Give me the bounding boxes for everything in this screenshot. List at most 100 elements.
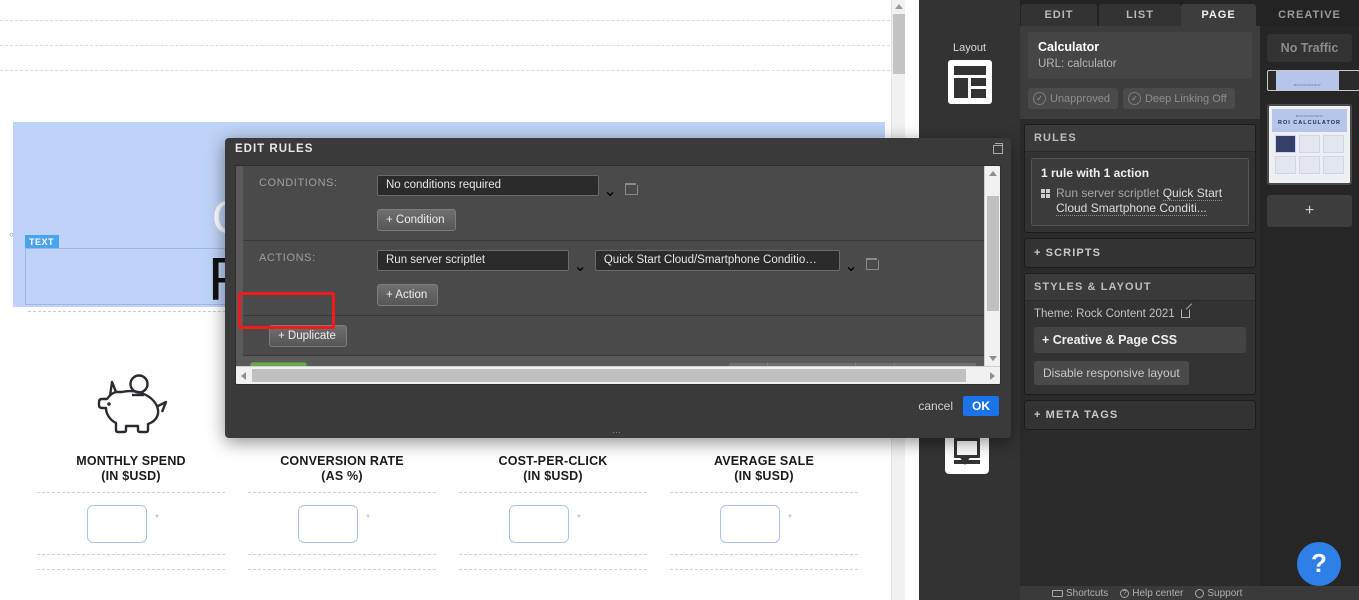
scroll-up-icon[interactable] [895,4,903,9]
restore-window-icon[interactable] [991,143,1002,153]
scroll-thumb[interactable] [987,196,999,311]
tab-list[interactable]: LIST [1099,4,1181,26]
meta-tags-section[interactable]: + META TAGS [1024,400,1256,430]
right-panel: EDIT LIST PAGE CREATIVE Calculator URL: … [1020,0,1359,600]
no-traffic-badge: No Traffic [1267,34,1352,62]
scripts-section[interactable]: + SCRIPTS [1024,238,1256,268]
action-type-select-wrap[interactable]: Run server scriptlet ⌄ [377,250,587,276]
page-url: URL: calculator [1038,58,1242,70]
required-marker: * [366,513,370,524]
rule-accent-strip [236,166,243,366]
page-settings-column: Calculator URL: calculator ✓ Unapproved … [1020,26,1260,586]
actions-row: ACTIONS: Run server scriptlet ⌄ Quick St… [243,241,984,316]
chevron-down-icon: ⌄ [844,258,857,275]
status-badge-deep-linking[interactable]: ✓ Deep Linking Off [1123,88,1235,109]
metric-label: AVERAGE SALE (IN $USD) [658,440,870,484]
duplicate-button[interactable]: + Duplicate [269,325,347,347]
chip-label: Unapproved [1050,93,1110,105]
cancel-button[interactable]: cancel [918,399,953,413]
keyboard-icon [1052,590,1063,597]
page-status-chips: ✓ Unapproved ✓ Deep Linking Off [1028,88,1252,109]
add-creative-button[interactable]: + [1267,195,1352,227]
scroll-thumb[interactable] [893,14,905,74]
tab-edit[interactable]: EDIT [1021,4,1097,26]
cost-per-click-input[interactable] [509,505,569,543]
scroll-right-icon[interactable] [990,372,995,380]
scroll-left-icon[interactable] [241,372,246,380]
layout-widget[interactable]: Layout [919,42,1020,104]
footer-shortcuts[interactable]: Shortcuts [1052,588,1108,599]
creative-page-css-row[interactable]: + Creative & Page CSS [1034,327,1246,353]
creative-thumbnail-1[interactable]: ROCKCONTENT ROI CALCULATOR ·············… [1267,70,1359,91]
action-target-select-wrap[interactable]: Quick Start Cloud/Smartphone Condition +… [595,250,858,276]
dialog-resize-grip[interactable]: ⋯ [612,430,624,434]
theme-label: Theme: Rock Content 2021 [1034,308,1175,320]
metric-label: CONVERSION RATE (AS %) [236,440,448,484]
trash-icon[interactable] [625,182,636,194]
check-icon: ✓ [1033,92,1046,105]
metric-label: MONTHLY SPEND (IN $USD) [25,440,237,484]
styles-layout-section: STYLES & LAYOUT Theme: Rock Content 2021… [1024,273,1256,395]
chip-label: Deep Linking Off [1145,93,1227,105]
action-target-select[interactable]: Quick Start Cloud/Smartphone Condition +… [595,250,840,271]
action-type-select[interactable]: Run server scriptlet [377,250,569,271]
status-badge-unapproved[interactable]: ✓ Unapproved [1028,88,1118,109]
layout-label: Layout [919,42,1020,54]
rule-action-description: Run server scriptlet Quick Start Cloud S… [1056,186,1239,216]
layout-grid-icon[interactable] [948,60,992,104]
creative-thumbnail-2[interactable]: ROCKCONTENT ROI CALCULATOR [1267,104,1352,185]
thumbnail-eyebrow: ROCKCONTENT [1276,76,1339,91]
conversion-rate-input[interactable] [298,505,358,543]
footer-help-center[interactable]: ? Help center [1120,588,1183,599]
tab-creative[interactable]: CREATIVE [1260,4,1359,26]
footer-label: Support [1207,588,1242,599]
edit-rules-dialog: EDIT RULES CONDITIONS: No conditions req… [225,138,1011,438]
add-condition-button[interactable]: + Condition [377,209,456,231]
guide-line [37,569,225,570]
check-icon: ✓ [1128,92,1141,105]
ok-button[interactable]: OK [963,396,999,416]
footer-label: Help center [1132,588,1183,599]
metric-column: MONTHLY SPEND (IN $USD) * [25,370,237,570]
tab-page[interactable]: PAGE [1181,4,1256,26]
required-marker: * [788,513,792,524]
rule-action-prefix: Run server scriptlet [1056,186,1159,200]
dialog-vertical-scrollbar[interactable] [984,166,1000,366]
metric-input-row: * [670,493,858,555]
metric-input-row: * [37,493,225,555]
external-link-icon[interactable] [1181,309,1190,318]
hero-resize-handle[interactable]: ‹› [9,229,13,239]
theme-line[interactable]: Theme: Rock Content 2021 [1034,308,1246,320]
conditions-select-wrap[interactable]: No conditions required ⌄ [377,175,617,201]
dialog-horizontal-scrollbar[interactable] [236,366,1000,384]
trash-icon[interactable] [866,257,877,269]
styles-section-title: STYLES & LAYOUT [1025,274,1255,301]
actions-label: ACTIONS: [259,252,316,264]
scroll-down-icon[interactable] [989,356,997,361]
app-footer: Shortcuts ? Help center Support [1020,586,1359,600]
rules-section: RULES 1 rule with 1 action Run server sc… [1024,124,1256,233]
page-title: Calculator [1038,40,1242,54]
page-info-card[interactable]: Calculator URL: calculator [1028,32,1252,79]
add-action-button[interactable]: + Action [377,284,438,306]
scroll-thumb-horizontal[interactable] [252,369,966,382]
conditions-row: CONDITIONS: No conditions required ⌄ + C… [243,166,984,241]
thumbnail-body [1272,132,1347,180]
scroll-up-icon[interactable] [989,171,997,176]
page-header: Calculator URL: calculator ✓ Unapproved … [1020,26,1260,119]
duplicate-row: + Duplicate [243,316,984,356]
conditions-label: CONDITIONS: [259,177,338,189]
guide-line [459,569,647,570]
rules-section-title: RULES [1025,125,1255,152]
average-sale-input[interactable] [720,505,780,543]
dialog-title: EDIT RULES [225,138,1011,161]
rule-action-line: Run server scriptlet Quick Start Cloud S… [1041,186,1239,216]
disable-responsive-layout-button[interactable]: Disable responsive layout [1034,361,1189,385]
footer-support[interactable]: Support [1195,588,1242,599]
meta-tags-section-title: + META TAGS [1025,401,1255,429]
conditions-select[interactable]: No conditions required [377,175,599,196]
rule-summary-card[interactable]: 1 rule with 1 action Run server scriptle… [1031,158,1249,226]
help-fab-button[interactable]: ? [1297,542,1341,586]
monthly-spend-input[interactable] [87,505,147,543]
required-marker: * [155,513,159,524]
